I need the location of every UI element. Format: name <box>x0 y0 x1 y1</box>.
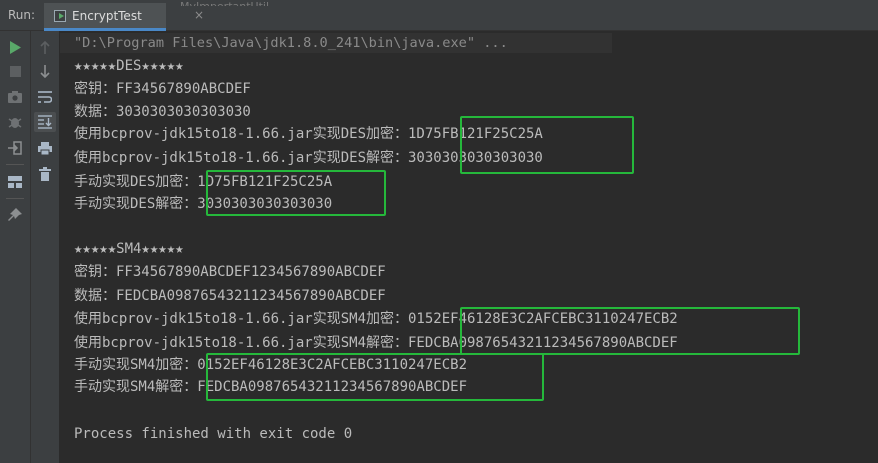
des-key-line: 密钥：FF34567890ABCDEF <box>74 81 251 97</box>
soft-wrap-icon[interactable] <box>34 87 56 107</box>
sm4-data-line: 数据：FEDCBA09876543211234567890ABCDEF <box>74 288 386 304</box>
toolbar-separator <box>6 164 24 165</box>
exit-code-line: Process finished with exit code 0 <box>74 426 353 442</box>
highlight-box-des-manual <box>206 170 386 216</box>
scroll-to-end-icon[interactable] <box>34 112 56 132</box>
java-class-icon <box>54 10 66 22</box>
des-header-line: ★★★★★DES★★★★★ <box>74 58 184 74</box>
debug-icon[interactable] <box>4 112 26 132</box>
background-tab: MyImportantUtil <box>180 0 300 6</box>
console-output[interactable]: "D:\Program Files\Java\jdk1.8.0_241\bin\… <box>60 31 878 463</box>
trash-icon[interactable] <box>34 164 56 184</box>
run-icon[interactable] <box>4 37 26 57</box>
run-toolbar-left <box>0 31 31 463</box>
run-tool-window-header: Run: EncryptTest × MyImportantUtil <box>0 0 878 31</box>
tab-title: EncryptTest <box>72 9 142 23</box>
toolbar-separator <box>6 198 24 199</box>
camera-icon[interactable] <box>4 87 26 107</box>
login-icon[interactable] <box>4 138 26 158</box>
up-arrow-icon[interactable] <box>34 37 56 57</box>
tab-encrypttest[interactable]: EncryptTest × <box>44 3 204 31</box>
run-label: Run: <box>8 8 36 22</box>
pin-icon[interactable] <box>4 205 26 225</box>
highlight-box-sm4-manual <box>206 353 544 401</box>
close-tab-button[interactable]: × <box>194 8 204 22</box>
des-data-line: 数据：3030303030303030 <box>74 104 251 120</box>
sm4-key-line: 密钥：FF34567890ABCDEF1234567890ABCDEF <box>74 264 386 280</box>
print-icon[interactable] <box>34 138 56 158</box>
highlight-box-des-bc <box>460 116 634 174</box>
sm4-header-line: ★★★★★SM4★★★★★ <box>74 241 184 257</box>
down-arrow-icon[interactable] <box>34 61 56 81</box>
console-toolbar <box>31 31 60 463</box>
highlight-box-sm4-bc <box>460 307 800 355</box>
command-line[interactable]: "D:\Program Files\Java\jdk1.8.0_241\bin\… <box>74 33 508 53</box>
stop-icon[interactable] <box>4 61 26 81</box>
layout-icon[interactable] <box>4 172 26 192</box>
